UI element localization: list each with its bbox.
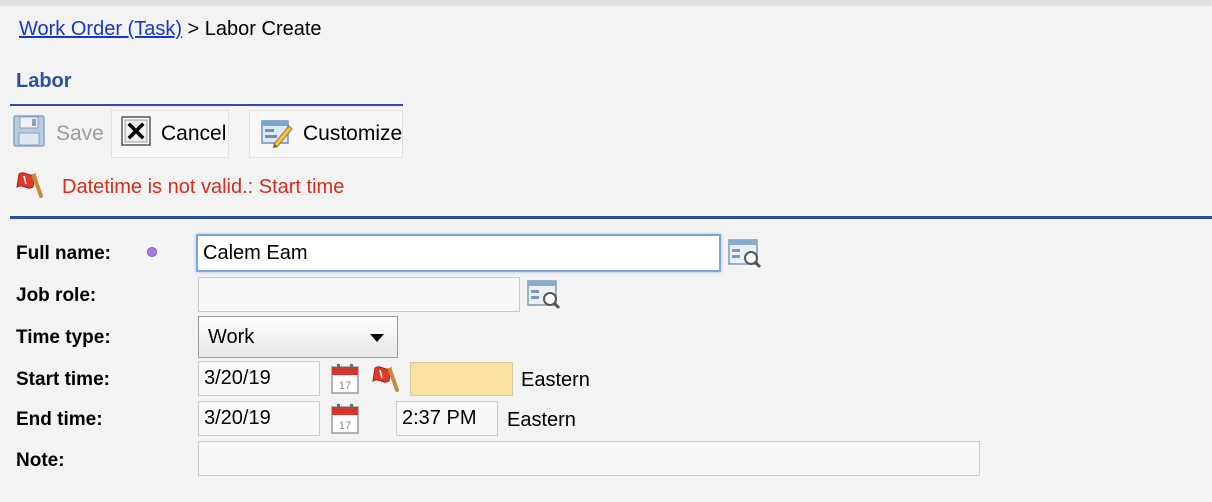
end-date-calendar-icon[interactable]: 17 xyxy=(327,401,363,437)
breadcrumb: Work Order (Task) > Labor Create xyxy=(19,18,322,41)
start-time-error-flag-icon xyxy=(370,364,402,398)
chevron-down-icon xyxy=(370,334,384,342)
end-timezone: Eastern xyxy=(507,409,576,431)
breadcrumb-separator: > xyxy=(187,18,200,40)
save-button[interactable]: Save xyxy=(12,110,108,158)
end-time-field[interactable]: 2:37 PM xyxy=(396,401,498,436)
start-time-field[interactable] xyxy=(410,362,513,396)
time-type-label: Time type: xyxy=(16,327,111,348)
section-underline xyxy=(10,104,403,106)
error-text: Datetime is not valid.: Start time xyxy=(62,175,345,198)
start-date-field[interactable]: 3/20/19 xyxy=(198,361,320,396)
cancel-button[interactable]: Cancel xyxy=(111,110,229,158)
end-date-field[interactable]: 3/20/19 xyxy=(198,401,320,436)
time-type-value: Work xyxy=(208,325,255,348)
save-disk-icon xyxy=(12,114,46,154)
customize-label: Customize xyxy=(303,122,403,145)
svg-text:17: 17 xyxy=(339,380,351,392)
start-date-value: 3/20/19 xyxy=(204,367,271,389)
job-role-field[interactable] xyxy=(198,277,520,312)
breadcrumb-link-work-order[interactable]: Work Order (Task) xyxy=(19,18,182,40)
full-name-label: Full name: xyxy=(16,243,112,264)
required-indicator-icon xyxy=(147,247,157,257)
customize-icon xyxy=(259,114,293,154)
start-time-label: Start time: xyxy=(16,369,110,390)
start-date-calendar-icon[interactable]: 17 xyxy=(327,361,363,397)
full-name-value: Calem Eam xyxy=(203,241,308,264)
cancel-x-icon xyxy=(121,116,151,152)
full-name-field[interactable]: Calem Eam xyxy=(196,234,721,272)
save-label: Save xyxy=(56,122,104,145)
top-border xyxy=(0,0,1212,6)
end-time-value: 2:37 PM xyxy=(402,407,477,429)
breadcrumb-current: Labor Create xyxy=(204,18,322,40)
job-role-label: Job role: xyxy=(16,285,97,306)
cancel-label: Cancel xyxy=(161,122,227,145)
job-role-lookup-icon[interactable] xyxy=(526,277,562,313)
end-date-value: 3/20/19 xyxy=(204,407,271,429)
form-divider xyxy=(10,216,1212,219)
note-field[interactable] xyxy=(198,441,980,476)
error-message: Datetime is not valid.: Start time xyxy=(14,170,344,204)
note-label: Note: xyxy=(16,450,65,471)
end-time-label: End time: xyxy=(16,409,103,430)
time-type-select[interactable]: Work xyxy=(198,316,398,358)
customize-button[interactable]: Customize xyxy=(249,110,403,158)
error-flag-icon xyxy=(14,170,46,204)
start-timezone: Eastern xyxy=(521,369,590,391)
section-title: Labor xyxy=(16,70,72,92)
full-name-lookup-icon[interactable] xyxy=(727,236,763,272)
svg-text:17: 17 xyxy=(339,420,351,432)
